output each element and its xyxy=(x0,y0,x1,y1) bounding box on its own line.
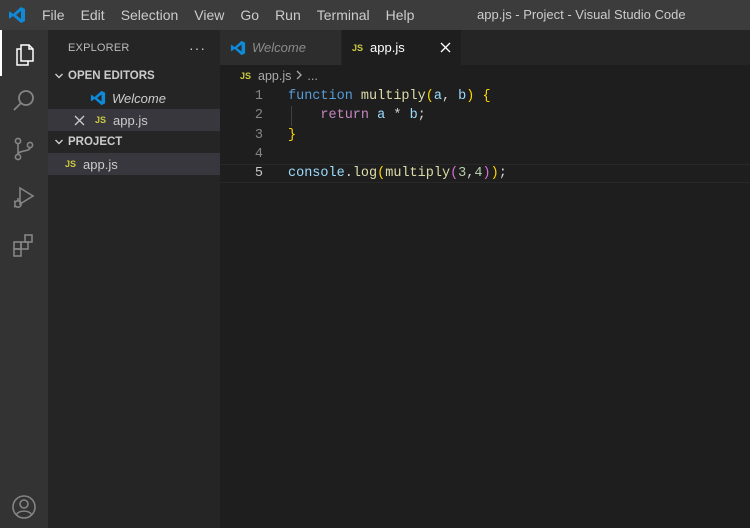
open-editors-section[interactable]: OPEN EDITORS xyxy=(48,65,220,87)
source-control-icon[interactable] xyxy=(0,126,48,172)
chevron-right-icon xyxy=(295,69,303,83)
js-file-icon: JS xyxy=(95,115,107,125)
activity-bar xyxy=(0,30,48,528)
accounts-icon[interactable] xyxy=(0,484,48,528)
menu-edit[interactable]: Edit xyxy=(73,0,113,30)
code-line[interactable]: 4 xyxy=(220,145,750,164)
open-editor-welcome[interactable]: Welcome xyxy=(48,87,220,109)
menu-help[interactable]: Help xyxy=(378,0,423,30)
js-file-icon: JS xyxy=(65,159,77,169)
menu-selection[interactable]: Selection xyxy=(113,0,187,30)
code-line[interactable]: 1 function multiply(a, b) { xyxy=(220,87,750,106)
code-line-text: function multiply(a, b) { xyxy=(288,89,491,105)
tab-welcome[interactable]: Welcome xyxy=(220,30,342,65)
code-line[interactable]: 2 return a * b; xyxy=(220,106,750,126)
project-file-app-js-label: app.js xyxy=(83,156,118,172)
close-icon[interactable] xyxy=(74,115,85,126)
project-file-app-js[interactable]: JS app.js xyxy=(48,153,220,175)
line-number: 2 xyxy=(254,108,263,124)
menu-go[interactable]: Go xyxy=(232,0,267,30)
menu-run[interactable]: Run xyxy=(267,0,309,30)
open-editor-app-js-label: app.js xyxy=(113,112,148,128)
sidebar-title: EXPLORER xyxy=(68,41,130,54)
line-number: 3 xyxy=(254,127,263,143)
vscode-icon xyxy=(230,40,246,56)
code-editor[interactable]: 1 function multiply(a, b) { 2 return a *… xyxy=(220,87,750,183)
sidebar-header: EXPLORER ··· xyxy=(48,30,220,65)
breadcrumb-file[interactable]: app.js xyxy=(258,69,291,83)
project-label: PROJECT xyxy=(68,136,123,148)
open-editor-welcome-label: Welcome xyxy=(112,90,166,106)
line-number: 5 xyxy=(254,166,263,182)
open-editor-app-js[interactable]: JS app.js xyxy=(48,109,220,131)
extensions-icon[interactable] xyxy=(0,222,48,268)
breadcrumb: JS app.js ... xyxy=(220,65,750,87)
editor-area: Welcome JS app.js JS app.js ... 1 functi… xyxy=(220,30,750,528)
tab-app-js-label: app.js xyxy=(370,40,405,55)
vscode-logo-icon xyxy=(0,0,34,30)
menu-view[interactable]: View xyxy=(186,0,232,30)
search-icon[interactable] xyxy=(0,78,48,124)
menu-bar: File Edit Selection View Go Run Terminal… xyxy=(34,0,422,30)
code-line-text: } xyxy=(288,127,297,143)
run-debug-icon[interactable] xyxy=(0,174,48,220)
code-line[interactable]: 3 } xyxy=(220,126,750,145)
close-icon[interactable] xyxy=(440,42,451,53)
menu-file[interactable]: File xyxy=(34,0,73,30)
line-number: 4 xyxy=(254,147,263,163)
code-line-current[interactable]: 5 console.log(multiply(3,4)); xyxy=(220,164,750,183)
chevron-down-icon xyxy=(48,71,68,81)
menu-terminal[interactable]: Terminal xyxy=(309,0,378,30)
js-file-icon: JS xyxy=(352,42,364,53)
vscode-icon xyxy=(90,90,106,106)
tab-app-js[interactable]: JS app.js xyxy=(342,30,461,65)
code-line-text: return a * b; xyxy=(320,108,426,124)
code-line-text: console.log(multiply(3,4)); xyxy=(288,166,507,182)
explorer-sidebar: EXPLORER ··· OPEN EDITORS Welcome JS app… xyxy=(48,30,220,528)
breadcrumb-symbol[interactable]: ... xyxy=(307,69,317,83)
chevron-down-icon xyxy=(48,137,68,147)
title-bar: File Edit Selection View Go Run Terminal… xyxy=(0,0,750,30)
open-editors-label: OPEN EDITORS xyxy=(68,70,155,82)
window-title: app.js - Project - Visual Studio Code xyxy=(477,7,686,22)
tab-welcome-label: Welcome xyxy=(252,40,306,55)
project-section[interactable]: PROJECT xyxy=(48,131,220,153)
editor-tabs: Welcome JS app.js xyxy=(220,30,750,65)
line-number: 1 xyxy=(254,89,263,105)
js-file-icon: JS xyxy=(240,71,252,81)
more-actions-icon[interactable]: ··· xyxy=(189,40,206,56)
explorer-icon[interactable] xyxy=(0,30,48,76)
